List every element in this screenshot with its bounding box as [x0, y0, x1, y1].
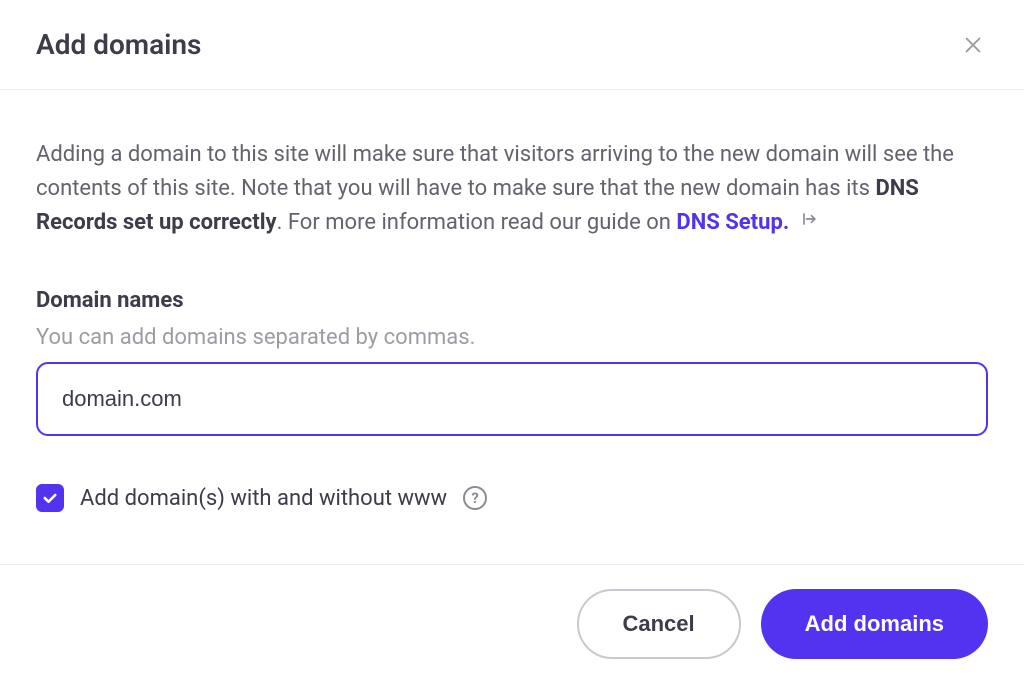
- add-domains-modal: Add domains Adding a domain to this site…: [0, 0, 1024, 683]
- add-domains-button[interactable]: Add domains: [761, 589, 988, 659]
- www-checkbox-row: Add domain(s) with and without www ?: [36, 484, 988, 512]
- close-icon: [962, 34, 984, 56]
- external-link-icon: [799, 206, 819, 240]
- close-button[interactable]: [958, 30, 988, 60]
- dns-setup-link[interactable]: DNS Setup.: [676, 210, 789, 235]
- description-text: Adding a domain to this site will make s…: [36, 138, 988, 240]
- description-prefix: Adding a domain to this site will make s…: [36, 142, 954, 201]
- help-icon[interactable]: ?: [463, 486, 487, 510]
- domain-names-hint: You can add domains separated by commas.: [36, 325, 988, 350]
- check-icon: [41, 489, 59, 507]
- modal-header: Add domains: [0, 0, 1024, 90]
- www-checkbox[interactable]: [36, 484, 64, 512]
- cancel-button[interactable]: Cancel: [577, 589, 741, 659]
- domain-names-input[interactable]: [36, 362, 988, 436]
- modal-title: Add domains: [36, 28, 201, 61]
- modal-body: Adding a domain to this site will make s…: [0, 90, 1024, 564]
- www-checkbox-label: Add domain(s) with and without www: [80, 486, 447, 511]
- modal-footer: Cancel Add domains: [0, 564, 1024, 683]
- domain-names-label: Domain names: [36, 288, 988, 313]
- description-mid: . For more information read our guide on: [277, 210, 677, 235]
